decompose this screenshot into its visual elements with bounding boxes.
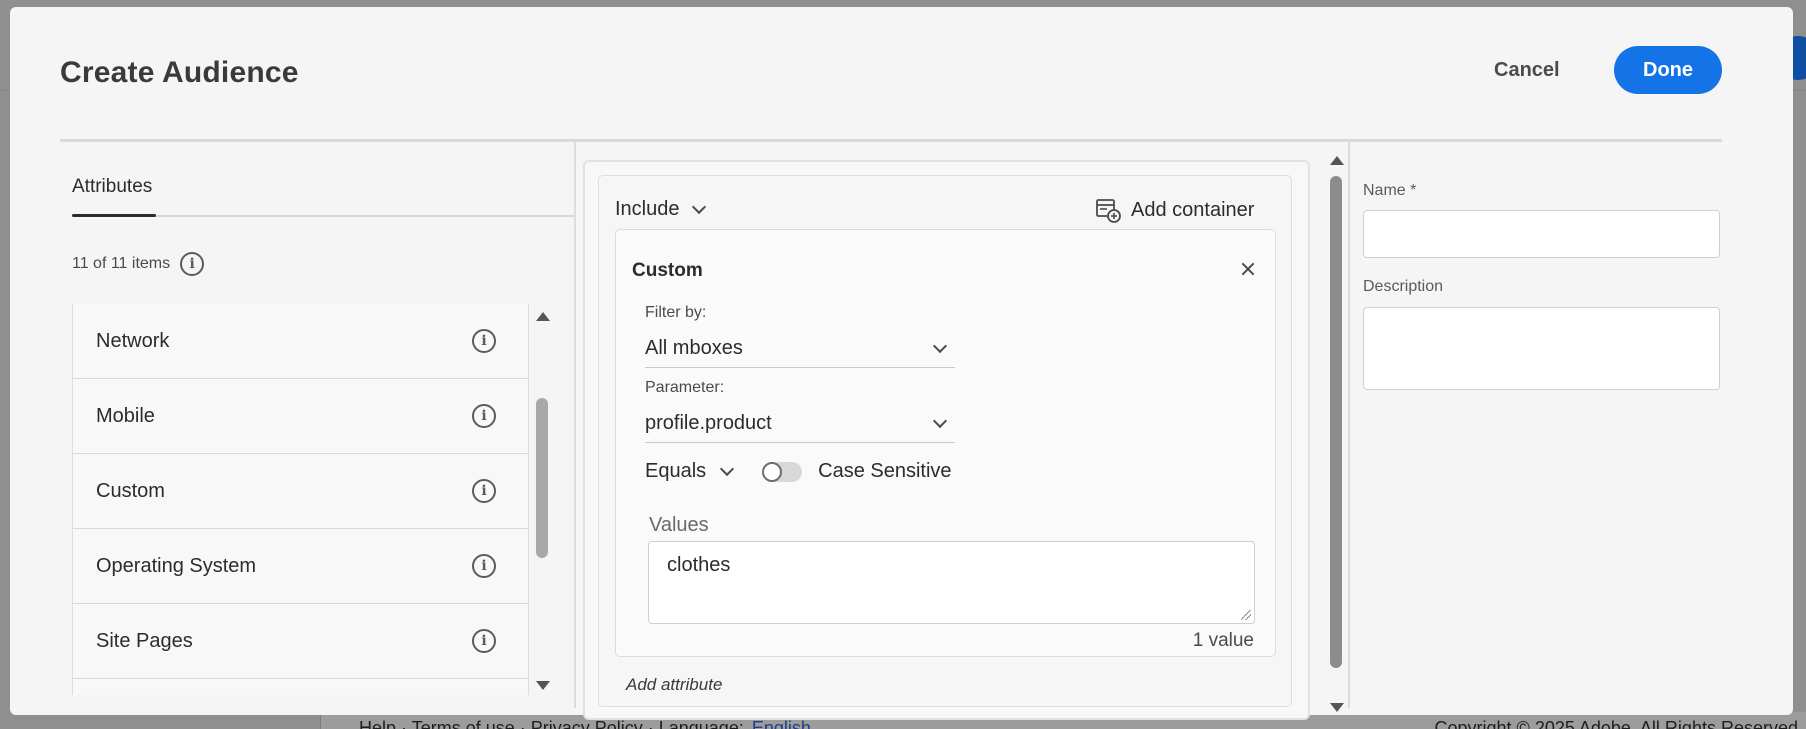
parameter-label: Parameter:: [645, 379, 725, 396]
operator-value[interactable]: Equals: [645, 460, 706, 483]
items-count-row: 11 of 11 items i: [72, 252, 205, 276]
done-button[interactable]: Done: [1614, 46, 1722, 94]
list-item-label: Operating System: [96, 554, 257, 577]
description-label: Description: [1363, 278, 1444, 295]
info-icon[interactable]: i: [472, 404, 496, 428]
rule-card-title: Custom: [632, 260, 703, 281]
scrollbar-thumb[interactable]: [536, 398, 548, 558]
info-icon[interactable]: i: [180, 252, 205, 276]
list-item[interactable]: Site Pages i: [73, 604, 528, 679]
list-item[interactable]: [73, 679, 528, 695]
case-sensitive-toggle[interactable]: [762, 461, 803, 482]
builder-scrollbar[interactable]: [1328, 152, 1344, 714]
add-container-icon: [1096, 199, 1121, 223]
list-item-label: Network: [96, 329, 170, 352]
tab-selected-indicator: [72, 214, 156, 217]
scroll-down-arrow-icon[interactable]: [1330, 703, 1344, 712]
chevron-down-icon: [932, 413, 948, 428]
add-container-button[interactable]: Add container: [1095, 197, 1254, 223]
list-item-label: Site Pages: [96, 629, 193, 652]
list-item[interactable]: Operating System i: [73, 529, 528, 604]
page-title: Create Audience: [60, 56, 299, 89]
panel-divider: [1348, 142, 1350, 708]
info-icon[interactable]: i: [472, 554, 496, 578]
name-field[interactable]: [1363, 210, 1720, 258]
filter-by-value: All mboxes: [645, 337, 743, 359]
add-attribute-link[interactable]: Add attribute: [626, 675, 722, 695]
scroll-down-arrow-icon[interactable]: [536, 681, 550, 690]
operator-row: Equals Case Sensitive: [645, 460, 952, 483]
list-item-label: Mobile: [96, 404, 155, 427]
info-icon[interactable]: i: [472, 329, 496, 353]
scroll-up-arrow-icon[interactable]: [1330, 156, 1344, 165]
add-container-label: Add container: [1131, 198, 1255, 221]
name-label: Name *: [1363, 182, 1417, 199]
list-item[interactable]: Network i: [73, 304, 528, 379]
description-field[interactable]: [1363, 307, 1720, 390]
panel-divider: [574, 142, 576, 708]
scrollbar-thumb[interactable]: [1330, 176, 1342, 668]
attributes-panel: Attributes 11 of 11 items i Network i Mo…: [60, 142, 576, 708]
items-count: 11 of 11 items: [72, 255, 171, 272]
values-label: Values: [649, 514, 709, 536]
chevron-down-icon[interactable]: [720, 461, 735, 476]
include-label: Include: [615, 198, 680, 220]
info-icon[interactable]: i: [472, 629, 496, 653]
filter-by-picker[interactable]: All mboxes: [645, 330, 955, 368]
chevron-down-icon: [932, 338, 948, 353]
attribute-list-scrollbar[interactable]: [534, 304, 550, 695]
info-icon[interactable]: i: [472, 479, 496, 503]
attribute-list: Network i Mobile i Custom i Operating Sy…: [72, 304, 529, 695]
parameter-value: profile.product: [645, 412, 772, 434]
list-item[interactable]: Custom i: [73, 454, 528, 529]
list-item-label: Custom: [96, 479, 165, 502]
tab-attributes[interactable]: Attributes: [72, 176, 152, 198]
chevron-down-icon: [691, 199, 706, 214]
values-text: clothes: [667, 554, 731, 576]
filter-by-label: Filter by:: [645, 304, 707, 321]
include-dropdown[interactable]: Include: [615, 198, 706, 221]
values-textarea[interactable]: clothes: [648, 541, 1255, 624]
close-icon[interactable]: [1236, 257, 1260, 281]
case-sensitive-label: Case Sensitive: [818, 460, 952, 482]
list-item[interactable]: Mobile i: [73, 379, 528, 454]
toggle-knob: [762, 461, 783, 482]
resize-handle-icon[interactable]: [1241, 610, 1251, 620]
scroll-up-arrow-icon[interactable]: [536, 312, 550, 321]
footer-copyright: Copyright © 2025 Adobe. All Rights Reser…: [1434, 718, 1798, 729]
value-count: 1 value: [1192, 630, 1254, 651]
parameter-picker[interactable]: profile.product: [645, 405, 955, 443]
cancel-button[interactable]: Cancel: [1494, 59, 1560, 82]
